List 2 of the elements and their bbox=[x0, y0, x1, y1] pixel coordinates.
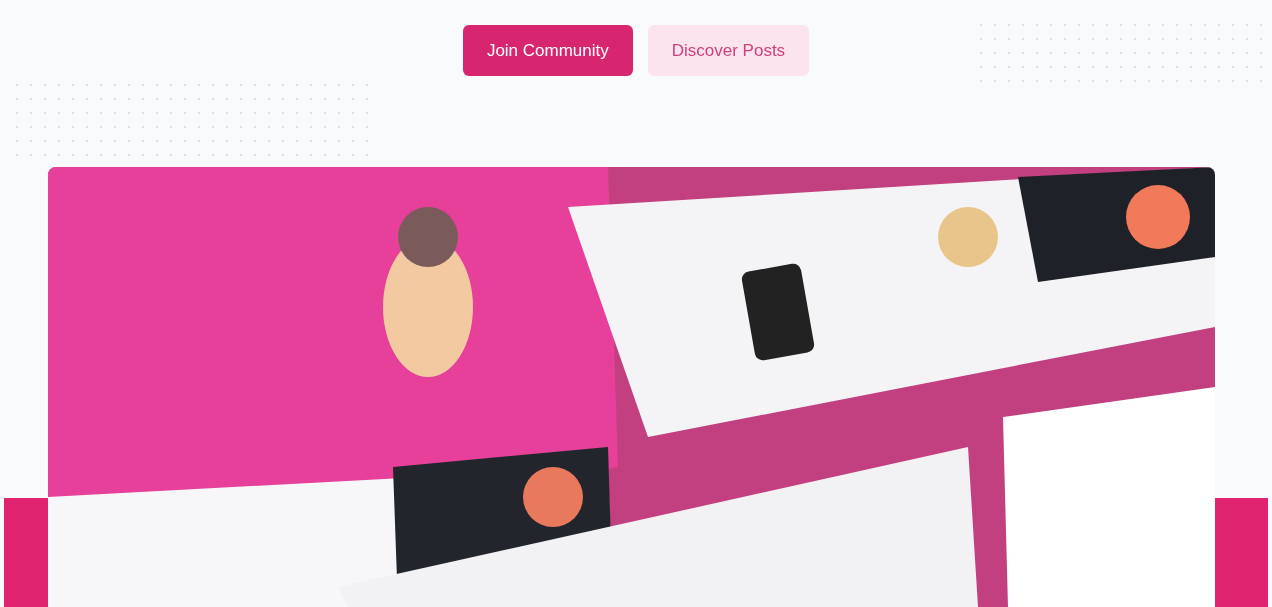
join-button[interactable]: Join Community bbox=[462, 25, 633, 76]
discover-button[interactable]: Discover Posts bbox=[647, 25, 810, 76]
